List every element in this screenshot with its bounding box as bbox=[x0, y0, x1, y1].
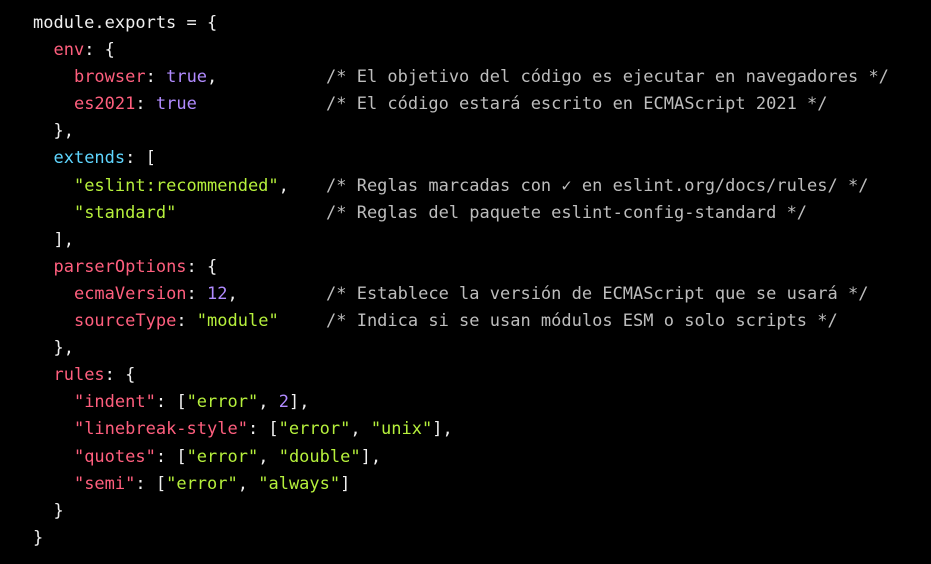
code-punctuation: }, bbox=[33, 338, 74, 359]
code-line: } bbox=[33, 525, 453, 552]
code-punctuation bbox=[33, 284, 74, 304]
code-punctuation bbox=[33, 365, 53, 385]
code-line: module.exports = { bbox=[33, 10, 453, 37]
code-punctuation: ] bbox=[340, 473, 351, 494]
code-punctuation: : [ bbox=[155, 446, 187, 467]
code-punctuation: : { bbox=[84, 40, 115, 61]
code-property-key: browser bbox=[73, 67, 146, 88]
code-punctuation bbox=[33, 392, 74, 412]
code-comment: /* Reglas del paquete eslint-config-stan… bbox=[326, 202, 808, 223]
code-punctuation: } bbox=[33, 527, 44, 548]
code-punctuation bbox=[33, 94, 74, 114]
code-comment: /* El código estará escrito en ECMAScrip… bbox=[326, 94, 828, 115]
code-punctuation: : { bbox=[186, 256, 218, 277]
code-line: } bbox=[33, 498, 453, 525]
code-comment: /* Establece la versión de ECMAScript qu… bbox=[326, 283, 869, 304]
code-string: "unix" bbox=[370, 419, 433, 440]
code-punctuation: : [ bbox=[125, 148, 156, 169]
code-line: rules: { bbox=[33, 362, 453, 389]
code-punctuation: : { bbox=[104, 365, 136, 386]
code-property-key: ecmaVersion bbox=[73, 283, 187, 304]
code-punctuation bbox=[33, 176, 74, 196]
code-line: "indent": ["error", 2], bbox=[33, 389, 453, 416]
code-property-key: "quotes" bbox=[73, 446, 156, 467]
code-punctuation: ], bbox=[432, 419, 453, 440]
code-punctuation: , bbox=[350, 419, 371, 440]
code-punctuation: module.exports = { bbox=[33, 13, 218, 33]
code-punctuation: : [ bbox=[135, 473, 167, 494]
code-line: "quotes": ["error", "double"], bbox=[33, 444, 453, 471]
code-property-key: "linebreak-style" bbox=[73, 419, 248, 440]
code-string: "module" bbox=[196, 311, 279, 332]
code-string: "double" bbox=[278, 446, 361, 467]
code-string: "always" bbox=[258, 473, 341, 494]
code-property-key: rules bbox=[53, 365, 105, 386]
code-punctuation bbox=[33, 148, 53, 168]
code-punctuation: : bbox=[135, 94, 156, 115]
code-punctuation bbox=[33, 257, 53, 277]
code-punctuation: : bbox=[145, 67, 167, 88]
code-line: sourceType: "module" /* Indica si se usan… bbox=[33, 308, 838, 335]
code-line: "standard" /* Reglas del paquete eslint-c… bbox=[33, 200, 807, 227]
code-line: }, bbox=[33, 335, 453, 362]
code-boolean: true bbox=[166, 67, 208, 88]
code-punctuation: : bbox=[176, 311, 197, 332]
code-comment: /* Indica si se usan módulos ESM o solo … bbox=[326, 311, 838, 332]
code-punctuation bbox=[33, 40, 53, 60]
code-property-key: parserOptions bbox=[53, 256, 187, 277]
code-punctuation: : [ bbox=[155, 392, 187, 413]
code-line: "eslint:recommended", /* Reglas marcadas … bbox=[33, 173, 869, 200]
code-punctuation: : bbox=[186, 283, 208, 304]
code-comment: /* El objetivo del código es ejecutar en… bbox=[326, 67, 889, 88]
code-punctuation bbox=[33, 67, 74, 87]
code-line: parserOptions: { bbox=[33, 254, 453, 281]
code-line: }, bbox=[33, 118, 453, 145]
code-comment: /* Reglas marcadas con ✓ en eslint.org/d… bbox=[326, 175, 869, 196]
code-property-key: es2021 bbox=[73, 94, 136, 115]
code-property-key: "indent" bbox=[73, 392, 156, 413]
code-line: es2021: true /* El código estará escrito … bbox=[33, 91, 828, 118]
code-line: ecmaVersion: 12, /* Establece la versión … bbox=[33, 281, 869, 308]
code-punctuation: : [ bbox=[247, 419, 279, 440]
code-string: "error" bbox=[186, 392, 259, 413]
code-property-key: extends bbox=[53, 148, 126, 169]
code-number: 12 bbox=[207, 283, 228, 304]
code-punctuation: , bbox=[237, 473, 259, 494]
code-string: "error" bbox=[278, 419, 351, 440]
code-property-key: sourceType bbox=[73, 311, 177, 332]
code-punctuation bbox=[33, 203, 74, 223]
code-line: ], bbox=[33, 227, 453, 254]
code-punctuation: ], bbox=[33, 229, 74, 250]
code-property-key: "semi" bbox=[73, 473, 136, 494]
code-punctuation bbox=[33, 474, 74, 494]
code-line: browser: true, /* El objetivo del código … bbox=[33, 64, 889, 91]
code-punctuation: }, bbox=[33, 121, 74, 142]
code-punctuation: ], bbox=[288, 392, 310, 413]
code-property-key: env bbox=[53, 40, 85, 61]
code-boolean: true bbox=[155, 94, 197, 115]
code-punctuation: , bbox=[227, 283, 238, 304]
code-block: module.exports = { env: { browser: true,… bbox=[33, 10, 889, 552]
code-string: "standard" bbox=[73, 202, 177, 223]
code-string: "error" bbox=[186, 446, 259, 467]
code-line: "linebreak-style": ["error", "unix"], bbox=[33, 416, 453, 443]
code-punctuation bbox=[33, 447, 74, 467]
code-punctuation: } bbox=[33, 500, 64, 521]
code-punctuation: , bbox=[207, 67, 218, 88]
code-line: env: { bbox=[33, 37, 453, 64]
code-string: "eslint:recommended" bbox=[73, 175, 279, 196]
code-punctuation bbox=[33, 311, 74, 331]
code-line: extends: [ bbox=[33, 145, 453, 172]
code-punctuation: , bbox=[278, 175, 289, 196]
code-punctuation: , bbox=[258, 446, 279, 467]
code-string: "error" bbox=[166, 473, 238, 494]
code-line: "semi": ["error", "always"] bbox=[33, 471, 453, 498]
code-number: 2 bbox=[278, 392, 289, 413]
code-punctuation: ], bbox=[360, 446, 382, 467]
code-punctuation bbox=[33, 419, 74, 439]
code-punctuation: , bbox=[258, 392, 279, 413]
